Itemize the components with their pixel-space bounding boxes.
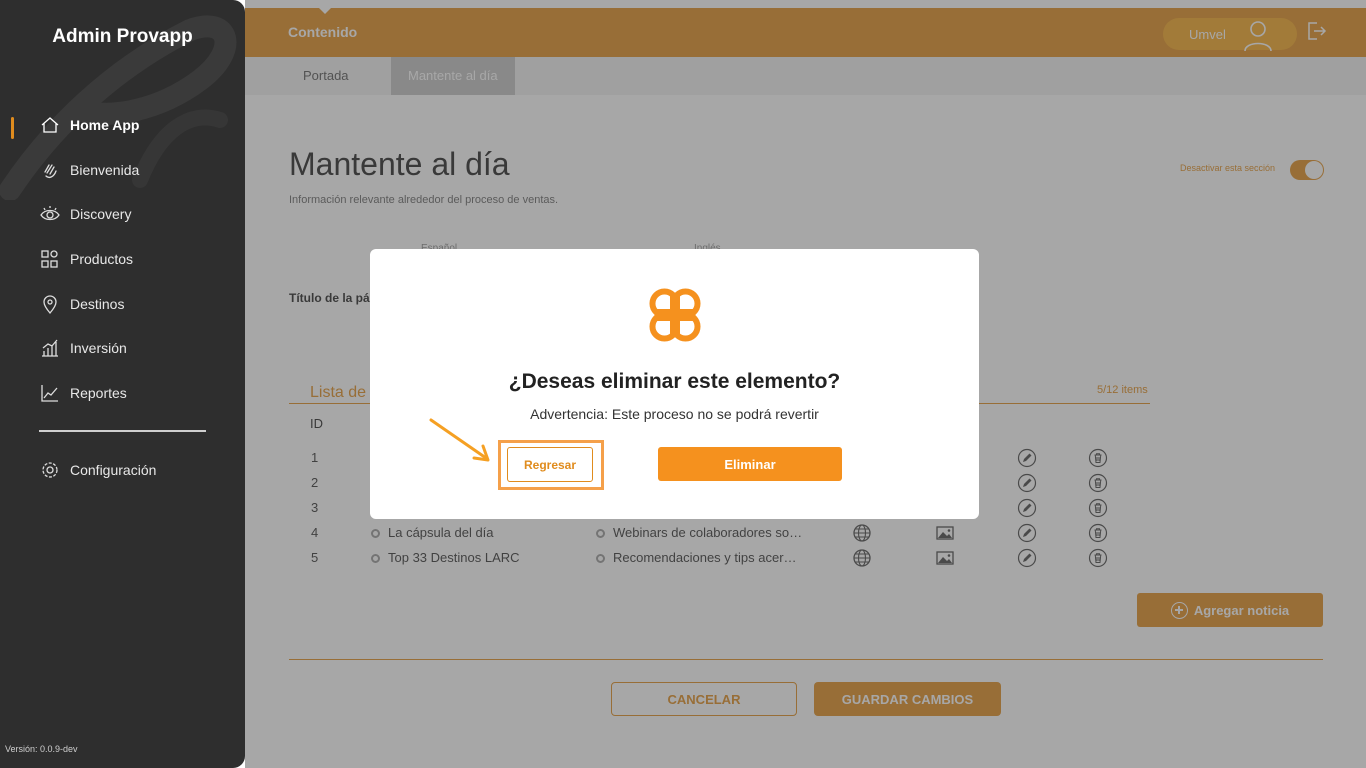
sidebar-item-label: Home App	[70, 117, 140, 134]
sidebar-item-reportes[interactable]: Reportes	[0, 371, 245, 416]
dialog-title: ¿Deseas eliminar este elemento?	[508, 370, 841, 393]
grid-icon	[41, 250, 58, 268]
sidebar-item-bienvenida[interactable]: Bienvenida	[0, 148, 245, 193]
delete-button[interactable]: Eliminar	[658, 447, 842, 481]
sidebar-divider	[39, 430, 206, 432]
hand-wave-icon	[44, 164, 57, 178]
version-label: Versión: 0.0.9-dev	[5, 744, 78, 754]
line-chart-icon	[41, 384, 58, 402]
sidebar-item-label: Destinos	[70, 295, 125, 312]
home-icon	[41, 117, 59, 133]
sidebar-item-productos[interactable]: Productos	[0, 237, 245, 282]
clover-logo-icon	[649, 288, 701, 342]
sidebar-item-label: Productos	[70, 251, 134, 268]
sidebar-nav: Home App Bienvenida Discovery Productos …	[0, 103, 245, 415]
location-pin-icon	[43, 295, 57, 314]
bar-chart-icon	[42, 339, 58, 357]
eye-icon	[40, 206, 60, 221]
back-button[interactable]: Regresar	[507, 447, 593, 482]
sidebar-item-destinos[interactable]: Destinos	[0, 281, 245, 326]
sidebar-item-label: Inversión	[70, 340, 127, 357]
brand-title: Admin Provapp	[52, 26, 193, 47]
delete-confirm-dialog: ¿Deseas eliminar este elemento? Adverten…	[370, 249, 979, 519]
sidebar-item-home-app[interactable]: Home App	[0, 103, 245, 148]
sidebar-item-inversion[interactable]: Inversión	[0, 326, 245, 371]
sidebar-item-label: Bienvenida	[70, 161, 140, 178]
sidebar-item-label: Discovery	[70, 206, 132, 223]
sidebar-item-label: Reportes	[70, 384, 127, 401]
pointer-arrow-icon	[429, 418, 490, 462]
sidebar-item-discovery[interactable]: Discovery	[0, 192, 245, 237]
sidebar: Admin Provapp Home App Bienvenida Discov…	[0, 0, 245, 768]
